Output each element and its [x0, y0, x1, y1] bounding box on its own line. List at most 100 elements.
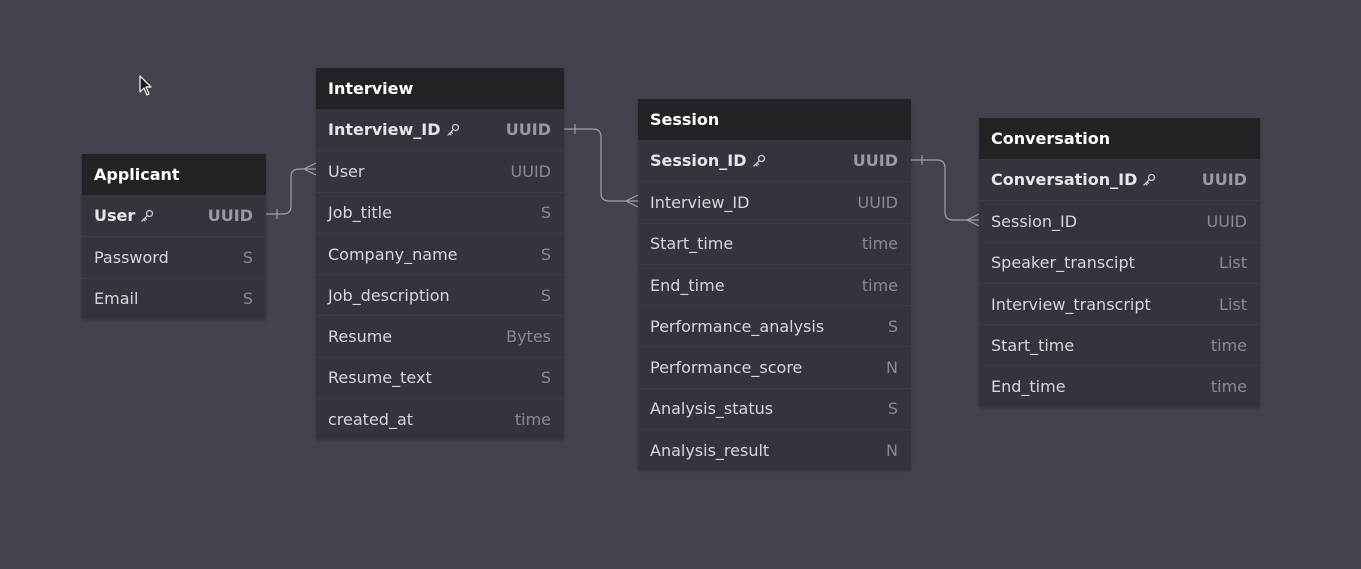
- field-name: Conversation_ID: [991, 170, 1138, 190]
- field-row-email[interactable]: Email S: [82, 277, 266, 319]
- field-row-company-name[interactable]: Company_name S: [316, 232, 564, 274]
- field-row-start-time[interactable]: Start_time time: [638, 222, 911, 264]
- field-name: End_time: [650, 275, 725, 295]
- entity-interview[interactable]: Interview Interview_ID UUID User UUID Job_tit…: [316, 68, 564, 440]
- field-row-session-id[interactable]: Session_ID UUID: [979, 200, 1260, 241]
- field-name-wrap: Conversation_ID: [991, 170, 1156, 189]
- field-type: UUID: [1206, 211, 1247, 231]
- field-type: List: [1219, 294, 1247, 314]
- field-name: Email: [94, 289, 139, 309]
- field-type: S: [887, 316, 898, 336]
- field-name: Analysis_status: [650, 399, 774, 419]
- field-row-created-at[interactable]: created_at time: [316, 398, 564, 439]
- field-row-password[interactable]: Password S: [82, 236, 266, 277]
- field-name: Interview_ID: [328, 120, 441, 140]
- field-name-wrap: User: [94, 206, 154, 225]
- field-name-wrap: Start_time: [650, 234, 733, 253]
- field-name-wrap: Speaker_transcipt: [991, 253, 1135, 272]
- field-name: End_time: [991, 377, 1066, 397]
- field-type: time: [1210, 377, 1247, 397]
- field-name: Performance_score: [650, 358, 803, 378]
- field-name: created_at: [328, 409, 414, 429]
- field-name: Resume_text: [328, 368, 432, 388]
- field-row-user[interactable]: User UUID: [82, 195, 266, 236]
- relationship-line: [564, 128, 638, 202]
- field-name: Password: [94, 247, 169, 267]
- key-icon: [446, 123, 460, 137]
- field-type: S: [242, 289, 253, 309]
- entity-applicant[interactable]: Applicant User UUID Password S Email S: [82, 154, 266, 319]
- field-name-wrap: Analysis_result: [650, 441, 769, 460]
- field-name: Start_time: [650, 234, 734, 254]
- field-name: Company_name: [328, 244, 458, 264]
- field-row-conversation-id[interactable]: Conversation_ID UUID: [979, 159, 1260, 200]
- field-row-resume-text[interactable]: Resume_text S: [316, 356, 564, 398]
- cursor-icon: [139, 75, 152, 96]
- field-row-interview-id[interactable]: Interview_ID UUID: [638, 181, 911, 222]
- field-name: Job_title: [328, 203, 392, 223]
- field-name: Interview_ID: [650, 192, 750, 212]
- key-icon: [140, 209, 154, 223]
- field-name-wrap: created_at: [328, 410, 413, 429]
- field-type: time: [514, 409, 551, 429]
- field-row-end-time[interactable]: End_time time: [979, 365, 1260, 406]
- field-row-user[interactable]: User UUID: [316, 150, 564, 191]
- field-name-wrap: Analysis_status: [650, 399, 773, 418]
- field-type: S: [540, 285, 551, 305]
- field-row-interview-id[interactable]: Interview_ID UUID: [316, 109, 564, 150]
- field-row-end-time[interactable]: End_time time: [638, 263, 911, 305]
- field-name: Resume: [328, 327, 393, 347]
- field-name-wrap: End_time: [650, 276, 725, 295]
- field-row-session-id[interactable]: Session_ID UUID: [638, 140, 911, 181]
- entity-title[interactable]: Conversation: [979, 118, 1260, 159]
- key-icon: [752, 154, 766, 168]
- field-type: UUID: [505, 120, 551, 140]
- field-name-wrap: Session_ID: [650, 151, 766, 170]
- field-row-job-description[interactable]: Job_description S: [316, 274, 564, 315]
- field-name-wrap: End_time: [991, 377, 1066, 396]
- field-row-performance-score[interactable]: Performance_score N: [638, 346, 911, 387]
- field-name: Speaker_transcipt: [991, 253, 1135, 273]
- field-type: UUID: [1201, 170, 1247, 190]
- diagram-canvas[interactable]: Applicant User UUID Password S Email S Intervi…: [0, 0, 1361, 569]
- entity-title[interactable]: Session: [638, 99, 911, 140]
- field-type: time: [1210, 335, 1247, 355]
- entity-conversation[interactable]: Conversation Conversation_ID UUID Session_I…: [979, 118, 1260, 407]
- field-name: User: [94, 206, 136, 226]
- field-row-resume[interactable]: Resume Bytes: [316, 315, 564, 356]
- field-type: N: [886, 440, 898, 460]
- field-name: Analysis_result: [650, 440, 770, 460]
- field-list: User UUID Password S Email S: [82, 195, 266, 319]
- field-type: S: [540, 203, 551, 223]
- entity-session[interactable]: Session Session_ID UUID Interview_ID UUID Sta…: [638, 99, 911, 471]
- field-type: UUID: [207, 206, 253, 226]
- field-type: UUID: [510, 161, 551, 181]
- field-type: N: [886, 358, 898, 378]
- field-type: List: [1219, 253, 1247, 273]
- field-row-performance-analysis[interactable]: Performance_analysis S: [638, 305, 911, 346]
- field-row-analysis-result[interactable]: Analysis_result N: [638, 429, 911, 470]
- relationship-line: [266, 168, 316, 215]
- field-name-wrap: Interview_transcript: [991, 295, 1151, 314]
- field-name-wrap: Job_description: [328, 286, 450, 305]
- field-row-interview-transcript[interactable]: Interview_transcript List: [979, 282, 1260, 324]
- entity-title[interactable]: Interview: [316, 68, 564, 109]
- field-type: time: [861, 234, 898, 254]
- many-marker: [303, 162, 317, 176]
- field-row-start-time[interactable]: Start_time time: [979, 324, 1260, 365]
- field-type: UUID: [852, 151, 898, 171]
- field-name-wrap: Interview_ID: [328, 120, 460, 139]
- field-type: UUID: [857, 192, 898, 212]
- field-name-wrap: Resume_text: [328, 368, 432, 387]
- field-name: Session_ID: [650, 151, 747, 171]
- field-name: Performance_analysis: [650, 316, 825, 336]
- field-name-wrap: Performance_score: [650, 358, 802, 377]
- field-row-speaker-transcipt[interactable]: Speaker_transcipt List: [979, 241, 1260, 283]
- field-name-wrap: User: [328, 162, 364, 181]
- entity-title[interactable]: Applicant: [82, 154, 266, 195]
- field-name: User: [328, 161, 365, 181]
- field-row-analysis-status[interactable]: Analysis_status S: [638, 387, 911, 429]
- many-marker: [625, 194, 639, 208]
- many-marker: [966, 213, 980, 227]
- field-row-job-title[interactable]: Job_title S: [316, 191, 564, 233]
